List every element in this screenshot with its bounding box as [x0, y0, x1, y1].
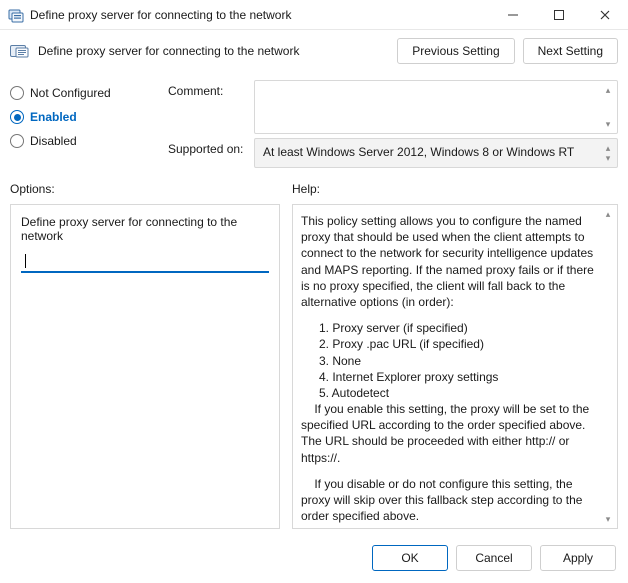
window-title: Define proxy server for connecting to th…	[30, 8, 291, 22]
option-field-label: Define proxy server for connecting to th…	[21, 215, 269, 243]
scroll-down-icon[interactable]: ▾	[601, 151, 615, 165]
supported-on-value: At least Windows Server 2012, Windows 8 …	[263, 145, 574, 159]
cancel-button[interactable]: Cancel	[456, 545, 532, 571]
close-button[interactable]	[582, 0, 628, 30]
help-heading: Help:	[292, 182, 618, 196]
titlebar: Define proxy server for connecting to th…	[0, 0, 628, 30]
options-panel: Define proxy server for connecting to th…	[10, 204, 280, 529]
help-enable: If you enable this setting, the proxy wi…	[301, 401, 595, 466]
list-item: 5. Autodetect	[319, 385, 595, 401]
state-radio-group: Not Configured Enabled Disabled	[10, 80, 160, 168]
app-icon	[8, 7, 24, 23]
maximize-button[interactable]	[536, 0, 582, 30]
comment-row: Comment: ▴ ▾	[168, 80, 618, 134]
radio-disabled[interactable]: Disabled	[10, 134, 160, 148]
radio-enabled[interactable]: Enabled	[10, 110, 160, 124]
policy-editor-window: Define proxy server for connecting to th…	[0, 0, 628, 583]
options-heading: Options:	[10, 182, 280, 196]
scroll-down-icon[interactable]: ▾	[601, 512, 615, 526]
radio-label: Disabled	[30, 134, 77, 148]
ok-button[interactable]: OK	[372, 545, 448, 571]
scroll-down-icon[interactable]: ▾	[601, 117, 615, 131]
supported-label: Supported on:	[168, 138, 248, 156]
list-item: 2. Proxy .pac URL (if specified)	[319, 336, 595, 352]
meta-column: Comment: ▴ ▾ Supported on: At least Wind…	[168, 80, 618, 168]
radio-label: Enabled	[30, 110, 77, 124]
next-setting-button[interactable]: Next Setting	[523, 38, 618, 64]
radio-label: Not Configured	[30, 86, 111, 100]
comment-textarea[interactable]: ▴ ▾	[254, 80, 618, 134]
minimize-button[interactable]	[490, 0, 536, 30]
help-panel: This policy setting allows you to config…	[292, 204, 618, 529]
help-intro: This policy setting allows you to config…	[301, 213, 595, 310]
policy-icon	[10, 43, 30, 59]
scroll-up-icon[interactable]: ▴	[601, 83, 615, 97]
dialog-footer: OK Cancel Apply	[0, 537, 628, 583]
comment-label: Comment:	[168, 80, 248, 98]
help-fallback-list: 1. Proxy server (if specified) 2. Proxy …	[301, 320, 595, 401]
apply-button[interactable]: Apply	[540, 545, 616, 571]
proxy-server-input[interactable]	[21, 251, 269, 273]
radio-icon	[10, 86, 24, 100]
list-item: 1. Proxy server (if specified)	[319, 320, 595, 336]
panel-labels: Options: Help:	[0, 168, 628, 200]
config-area: Not Configured Enabled Disabled Comment:…	[0, 74, 628, 168]
panels-row: Define proxy server for connecting to th…	[0, 200, 628, 537]
supported-row: Supported on: At least Windows Server 20…	[168, 138, 618, 168]
help-disable: If you disable or do not configure this …	[301, 476, 595, 525]
supported-on-box: At least Windows Server 2012, Windows 8 …	[254, 138, 618, 168]
list-item: 3. None	[319, 353, 595, 369]
header-row: Define proxy server for connecting to th…	[0, 30, 628, 74]
previous-setting-button[interactable]: Previous Setting	[397, 38, 514, 64]
radio-icon	[10, 110, 24, 124]
policy-title: Define proxy server for connecting to th…	[38, 44, 389, 58]
text-caret	[25, 254, 26, 268]
list-item: 4. Internet Explorer proxy settings	[319, 369, 595, 385]
scroll-up-icon[interactable]: ▴	[601, 207, 615, 221]
radio-not-configured[interactable]: Not Configured	[10, 86, 160, 100]
radio-icon	[10, 134, 24, 148]
